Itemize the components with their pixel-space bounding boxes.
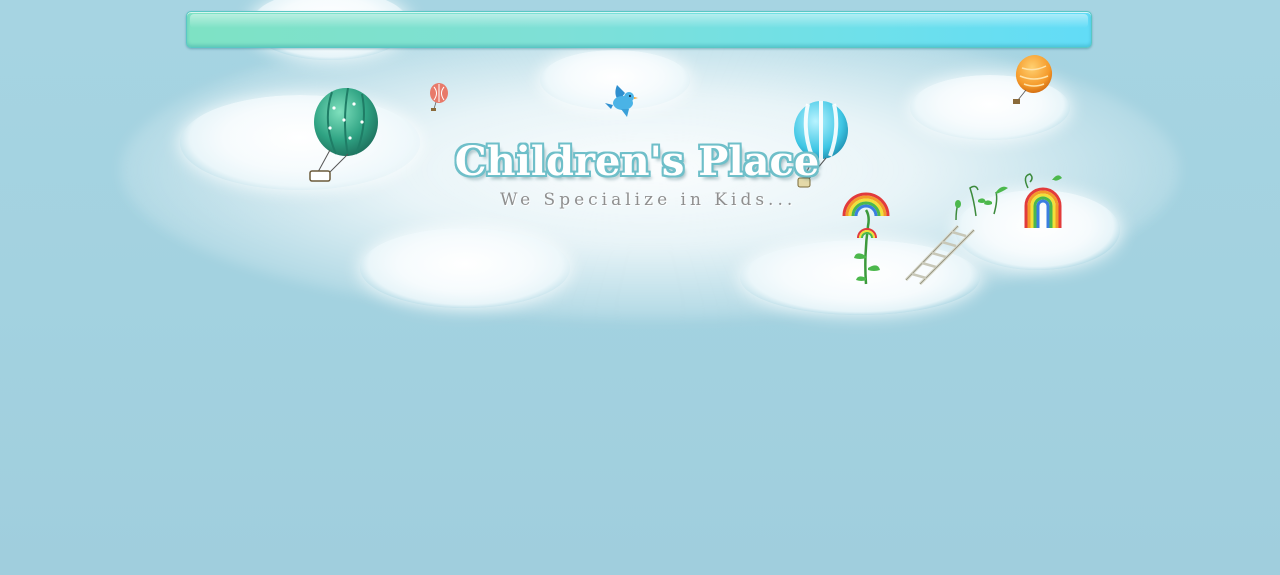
- cloud: [180, 95, 420, 190]
- site-tagline: We Specialize in Kids...: [500, 190, 797, 210]
- page: Children's Place We Specialize in Kids..…: [0, 0, 1280, 575]
- cloud: [360, 228, 570, 308]
- ladder-icon: [904, 224, 976, 286]
- hot-air-balloon-orange-icon: [1013, 55, 1053, 104]
- site-title: Children's Place: [454, 138, 820, 185]
- rainbow-flower-icon: [842, 192, 890, 285]
- hot-air-balloon-green-icon: [309, 88, 378, 182]
- hot-air-balloon-small-red-icon: [430, 83, 448, 111]
- sprouts-icon: [955, 185, 1008, 221]
- bird-icon: [605, 85, 638, 117]
- rainbow-arch-icon: [1024, 173, 1062, 228]
- navigation-bar[interactable]: [186, 11, 1092, 48]
